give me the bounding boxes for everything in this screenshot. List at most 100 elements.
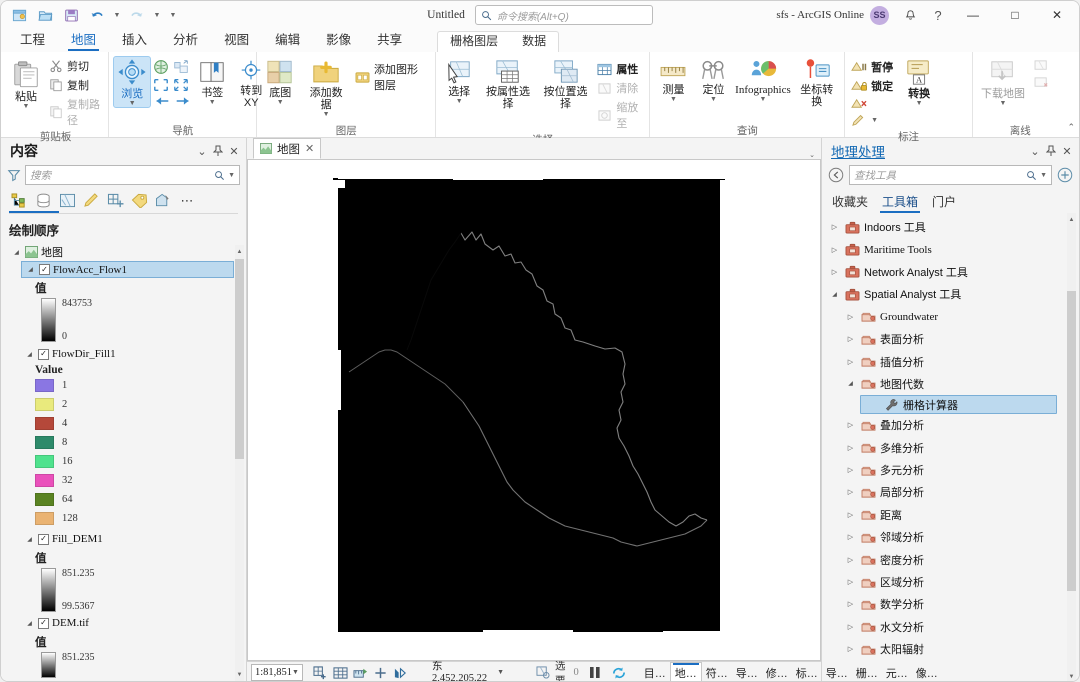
add-data-button[interactable]: 添加数据 ▼ xyxy=(303,56,349,119)
list-by-editing-icon[interactable] xyxy=(81,191,102,210)
grid-icon[interactable] xyxy=(333,664,348,681)
more-options-icon[interactable]: ⋯ xyxy=(177,191,198,210)
toc-layer-flowacc[interactable]: ◢ ✓ FlowAcc_Flow1 xyxy=(21,261,234,278)
copy-button[interactable]: 复制 xyxy=(47,76,104,94)
label-expression-caret-icon[interactable]: ▼ xyxy=(871,117,878,124)
tab-imagery[interactable]: 影像 xyxy=(313,27,364,52)
toc-layer-filldem[interactable]: ◢ ✓ Fill_DEM1 xyxy=(21,530,246,548)
basemap-caret-icon[interactable]: ▼ xyxy=(277,99,284,106)
infographics-button[interactable]: Infographics ▼ xyxy=(734,56,791,104)
tree-expand-icon[interactable]: ▷ xyxy=(844,623,857,631)
avatar[interactable]: SS xyxy=(870,5,889,25)
tree-expand-icon[interactable]: ▷ xyxy=(828,268,841,276)
tree-collapse-icon[interactable]: ◢ xyxy=(828,291,841,298)
close-button[interactable]: ✕ xyxy=(1037,2,1077,29)
toolbox-tree-item-selected[interactable]: 栅格计算器 xyxy=(860,395,1057,415)
flowacc-checkbox[interactable]: ✓ xyxy=(39,264,50,275)
toolbox-tree-item[interactable]: ▷ Indoors 工具 xyxy=(822,216,1079,238)
toolbox-tree-item[interactable]: ▷ 数学分析 xyxy=(822,593,1079,615)
tab-edit[interactable]: 编辑 xyxy=(262,27,313,52)
gp-scrollbar-thumb[interactable] xyxy=(1067,291,1076,591)
bookmarks-caret-icon[interactable]: ▼ xyxy=(209,99,216,106)
tree-expand-icon[interactable]: ▷ xyxy=(844,600,857,608)
measure-status-icon[interactable] xyxy=(353,664,368,681)
locate-caret-icon[interactable]: ▼ xyxy=(710,96,717,103)
next-extent-icon[interactable] xyxy=(172,77,190,93)
tab-project[interactable]: 工程 xyxy=(7,27,58,52)
map-expand-icon[interactable]: ◢ xyxy=(11,249,22,256)
cut-button[interactable]: 剪切 xyxy=(47,57,104,75)
map-view-tab-caret-icon[interactable]: ⌄ xyxy=(809,151,815,159)
tree-expand-icon[interactable]: ▷ xyxy=(844,578,857,586)
paste-caret-icon[interactable]: ▼ xyxy=(23,103,30,110)
toolbox-tree-item[interactable]: ▷ 区域分析 xyxy=(822,571,1079,593)
dock-tab[interactable]: 地… xyxy=(669,661,702,681)
gp-scroll-up-icon[interactable]: ▲ xyxy=(1067,213,1076,226)
redo-dropdown-caret[interactable]: ▼ xyxy=(151,4,163,26)
tree-expand-icon[interactable]: ▷ xyxy=(844,556,857,564)
account-label[interactable]: sfs - ArcGIS Online xyxy=(776,9,864,21)
label-more-button[interactable] xyxy=(849,96,897,112)
tab-share[interactable]: 共享 xyxy=(364,27,415,52)
select-caret-icon[interactable]: ▼ xyxy=(456,98,463,105)
contents-search-caret-icon[interactable]: ▼ xyxy=(228,172,235,179)
toc-scroll-down-icon[interactable]: ▼ xyxy=(235,668,244,681)
toolbox-tree-item[interactable]: ▷ 邻域分析 xyxy=(822,526,1079,548)
convert-labels-caret-icon[interactable]: ▼ xyxy=(916,100,923,107)
infographics-caret-icon[interactable]: ▼ xyxy=(759,96,766,103)
tab-view[interactable]: 视图 xyxy=(211,27,262,52)
tree-collapse-icon[interactable]: ◢ xyxy=(844,380,857,387)
forward-arrow-icon[interactable] xyxy=(174,94,192,108)
flowdir-checkbox[interactable]: ✓ xyxy=(38,348,49,360)
toolbox-tree-item[interactable]: ▷ 插值分析 xyxy=(822,350,1079,372)
toolbox-tree-item[interactable]: ▷ 局部分析 xyxy=(822,481,1079,503)
geoprocessing-panel-title[interactable]: 地理处理 xyxy=(831,141,1027,161)
lock-labeling-button[interactable]: 锁定 xyxy=(849,77,897,95)
contents-close-icon[interactable]: ✕ xyxy=(226,142,242,160)
tree-expand-icon[interactable]: ▷ xyxy=(844,533,857,541)
fixed-zoom-icon[interactable] xyxy=(172,58,190,76)
coordinates-caret-icon[interactable]: ▼ xyxy=(497,669,504,676)
flowdir-expand-icon[interactable]: ◢ xyxy=(24,351,35,358)
toc-layer-flowdir[interactable]: ◢ ✓ FlowDir_Fill1 xyxy=(21,345,246,363)
toolbox-tree-item[interactable]: ▷ Groundwater xyxy=(822,306,1079,328)
bookmarks-button[interactable]: 书签 ▼ xyxy=(193,56,231,107)
toc-scrollbar-thumb[interactable] xyxy=(235,259,244,459)
explore-caret-icon[interactable]: ▼ xyxy=(129,100,136,107)
add-grid-icon[interactable] xyxy=(313,664,328,681)
gp-back-arrow-icon[interactable] xyxy=(828,167,844,183)
ribbon-collapse-icon[interactable]: ⌃ xyxy=(1067,122,1075,133)
locate-button[interactable]: 定位 ▼ xyxy=(694,56,732,104)
gp-close-icon[interactable]: ✕ xyxy=(1059,142,1075,160)
flowacc-expand-icon[interactable]: ◢ xyxy=(25,266,36,273)
minimize-button[interactable]: — xyxy=(953,2,993,29)
refresh-icon[interactable] xyxy=(611,664,627,681)
toolbox-tree-item[interactable]: ▷ Network Analyst 工具 xyxy=(822,261,1079,283)
map-view-tab-close-icon[interactable]: ✕ xyxy=(305,142,314,155)
dock-tab[interactable]: 导… xyxy=(732,663,762,682)
toolbox-tree[interactable]: ▷ Indoors 工具 ▷ Maritime Tools ▷ Network Analy… xyxy=(822,213,1079,681)
toolbox-tree-item[interactable]: ◢ 地图代数 xyxy=(822,373,1079,395)
previous-extent-icon[interactable] xyxy=(152,77,170,93)
list-by-selection-icon[interactable] xyxy=(57,191,78,210)
convert-labels-button[interactable]: A 转换 ▼ xyxy=(900,56,938,108)
toc-layer-demtif[interactable]: ◢ ✓ DEM.tif xyxy=(21,614,246,632)
list-by-drawing-order-icon[interactable] xyxy=(9,191,30,210)
gp-tab-portal[interactable]: 门户 xyxy=(930,191,958,213)
list-by-data-source-icon[interactable] xyxy=(33,191,54,210)
filter-icon[interactable] xyxy=(7,168,21,182)
tree-expand-icon[interactable]: ▷ xyxy=(844,358,857,366)
toc-scroll-up-icon[interactable]: ▲ xyxy=(235,245,244,258)
new-project-icon[interactable] xyxy=(7,4,31,26)
toolbox-tree-item[interactable]: ▷ 太阳辐射 xyxy=(822,638,1079,660)
tree-expand-icon[interactable]: ▷ xyxy=(844,444,857,452)
tab-insert[interactable]: 插入 xyxy=(109,27,160,52)
download-map-caret-icon[interactable]: ▼ xyxy=(1000,100,1007,107)
dock-tab[interactable]: 修… xyxy=(762,663,792,682)
tree-expand-icon[interactable]: ▷ xyxy=(844,335,857,343)
tab-raster-layer[interactable]: 栅格图层 xyxy=(438,30,510,52)
toolbox-tree-item[interactable]: ▷ Maritime Tools xyxy=(822,238,1079,260)
dock-tab[interactable]: 目… xyxy=(640,663,670,682)
toolbox-tree-item[interactable]: ◢ Spatial Analyst 工具 xyxy=(822,283,1079,305)
toolbox-tree-item[interactable]: ▷ 密度分析 xyxy=(822,548,1079,570)
